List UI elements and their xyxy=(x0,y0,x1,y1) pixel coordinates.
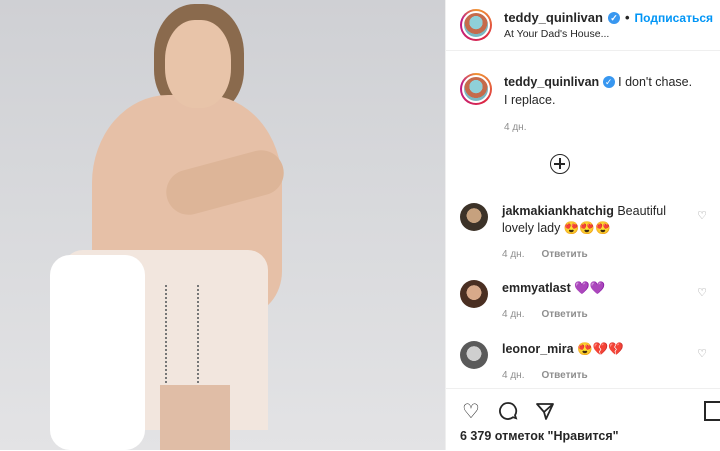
comment-meta: 4 дн. Ответить xyxy=(502,367,692,384)
heart-icon[interactable]: ♡ xyxy=(697,347,707,360)
bookmark-icon[interactable] xyxy=(704,401,720,421)
caption-avatar[interactable] xyxy=(460,73,492,105)
comment-username[interactable]: leonor_mira xyxy=(502,342,574,356)
post-header: teddy_quinlivan ✓ • Подписаться At Your … xyxy=(446,0,720,51)
instagram-post: teddy_quinlivan ✓ • Подписаться At Your … xyxy=(0,0,720,450)
comment: emmyatlast 💜💜 4 дн. Ответить ♡ xyxy=(460,280,715,323)
caption-time[interactable]: 4 дн. xyxy=(504,119,694,137)
heart-icon[interactable]: ♡ xyxy=(697,209,707,222)
reply-button[interactable]: Ответить xyxy=(541,306,587,323)
reply-button[interactable]: Ответить xyxy=(541,246,587,263)
author-avatar[interactable] xyxy=(460,9,492,41)
location-link[interactable]: At Your Dad's House... xyxy=(504,28,713,40)
photo-figure-face xyxy=(165,20,231,108)
post-sidebar: teddy_quinlivan ✓ • Подписаться At Your … xyxy=(445,0,720,450)
comment-username[interactable]: jakmakiankhatchig xyxy=(502,204,614,218)
heart-icon[interactable]: ♡ xyxy=(697,286,707,299)
photo-figure-shirt xyxy=(50,255,145,450)
follow-button[interactable]: Подписаться xyxy=(635,11,713,25)
header-text: teddy_quinlivan ✓ • Подписаться At Your … xyxy=(504,10,713,40)
comment-time[interactable]: 4 дн. xyxy=(502,367,524,384)
caption-username[interactable]: teddy_quinlivan xyxy=(504,75,599,89)
comment-body: jakmakiankhatchig Beautiful lovely lady … xyxy=(502,203,692,263)
comment: jakmakiankhatchig Beautiful lovely lady … xyxy=(460,203,715,263)
comment: leonor_mira 😍💔💔 4 дн. Ответить ♡ xyxy=(460,341,715,384)
post-caption: teddy_quinlivan ✓ I don't chase. I repla… xyxy=(446,51,720,137)
comment-avatar[interactable] xyxy=(460,280,488,308)
photo-figure-leg xyxy=(160,385,230,450)
comment-username[interactable]: emmyatlast xyxy=(502,281,571,295)
comment-body: leonor_mira 😍💔💔 4 дн. Ответить xyxy=(502,341,692,384)
post-photo[interactable] xyxy=(0,0,445,450)
heart-icon[interactable]: ♡ xyxy=(460,401,482,423)
comment-meta: 4 дн. Ответить xyxy=(502,246,692,263)
comment-text: 💜💜 xyxy=(574,281,606,295)
comment-icon[interactable] xyxy=(497,401,519,423)
comment-time[interactable]: 4 дн. xyxy=(502,306,524,323)
separator-dot: • xyxy=(624,10,630,25)
author-avatar-image xyxy=(462,11,490,39)
likes-count[interactable]: 6 379 отметок "Нравится" xyxy=(446,423,720,443)
post-actions: ♡ 6 379 отметок "Нравится" xyxy=(446,388,720,451)
reply-button[interactable]: Ответить xyxy=(541,367,587,384)
caption-avatar-image xyxy=(462,75,490,103)
comment-time[interactable]: 4 дн. xyxy=(502,246,524,263)
author-username[interactable]: teddy_quinlivan xyxy=(504,10,603,25)
action-icons: ♡ xyxy=(446,389,720,423)
header-row: teddy_quinlivan ✓ • Подписаться xyxy=(504,10,713,25)
caption-text-block: teddy_quinlivan ✓ I don't chase. I repla… xyxy=(504,73,694,137)
comment-body: emmyatlast 💜💜 4 дн. Ответить xyxy=(502,280,692,323)
verified-icon: ✓ xyxy=(607,11,620,24)
verified-icon: ✓ xyxy=(602,76,615,88)
share-icon[interactable] xyxy=(534,401,556,423)
comment-avatar[interactable] xyxy=(460,203,488,231)
comment-text: 😍💔💔 xyxy=(577,342,624,356)
comment-meta: 4 дн. Ответить xyxy=(502,306,692,323)
plus-circle-icon[interactable] xyxy=(550,154,570,174)
comment-avatar[interactable] xyxy=(460,341,488,369)
